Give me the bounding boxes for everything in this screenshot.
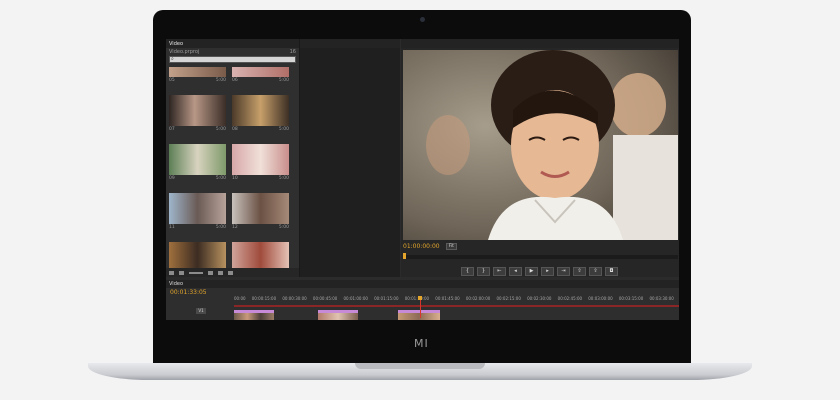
program-scrubber[interactable] [403,253,678,259]
timeline-clip[interactable] [318,310,358,320]
ruler-tick: 00:01:30:00 [404,296,430,301]
timeline-playhead[interactable] [418,296,422,320]
project-tab[interactable]: Video [169,41,183,47]
track-label-v1[interactable]: V1 [196,308,206,314]
render-bar [234,305,679,307]
list-view-icon[interactable] [169,270,174,275]
project-panel-footer [166,268,299,277]
clip-thumbnail-image [169,144,226,175]
clip-duration: 5:00 [278,127,289,132]
ruler-tick: 00:01:00:00 [343,296,368,301]
clip-thumbnail-image [232,193,289,224]
lift-button[interactable]: ⇧ [573,267,586,276]
clip-number: 11 [169,225,175,230]
search-input[interactable]: ⌕ [169,56,296,63]
clip-thumbnail[interactable]: 10 5:00 [232,144,289,184]
step-back-button[interactable]: ◂ [509,267,522,276]
clip-thumbnail-image [232,67,289,77]
trash-icon[interactable] [228,270,233,275]
project-tabbar: Video [166,39,299,48]
timeline-tabbar: Video [166,280,679,288]
extract-button[interactable]: ⇪ [589,267,602,276]
laptop-notch [355,363,485,369]
ruler-tick: 00:01:15:00 [374,296,399,301]
clip-thumbnail[interactable]: 12 5:00 [232,193,289,233]
clip-thumbnail-image [232,95,289,126]
timeline-timecode[interactable]: 00:01:33:05 [170,289,207,296]
program-tabbar [401,39,679,48]
step-forward-button[interactable]: ▸ [541,267,554,276]
timeline-panel: Video 00:01:33:05 00:00 00:00:15:00 00:0… [166,280,679,320]
ruler-tick: 00:02:45:00 [557,296,583,301]
play-button[interactable]: ▶ [525,267,538,276]
ruler-tick: 00:02:15:00 [496,296,521,301]
program-timecode[interactable]: 01:00:00:00 [403,243,440,250]
clip-duration: 5:00 [278,225,289,230]
clip-number: 06 [232,78,238,83]
ruler-tick: 00:02:30:00 [527,296,552,301]
mark-in-button[interactable]: { [461,267,474,276]
ruler-tick: 00:00:15:00 [251,296,277,301]
zoom-slider-icon[interactable] [189,271,203,274]
mark-out-button[interactable]: } [477,267,490,276]
ruler-tick: 00:00 [234,296,246,301]
timeline-ruler[interactable]: 00:00 00:00:15:00 00:00:30:00 00:00:45:0… [234,296,674,304]
clip-thumbnail[interactable]: 11 5:00 [169,193,226,233]
ruler-tick: 00:03:30:00 [649,296,674,301]
clip-number: 12 [232,225,238,230]
ruler-tick: 00:01:45:00 [435,296,460,301]
go-to-in-button[interactable]: ⇤ [493,267,506,276]
clip-duration: 5:00 [215,78,226,83]
project-item-count: 16 [289,49,296,55]
program-video-frame [403,50,678,240]
brand-logo: MI [414,337,429,350]
project-panel: Video Video.prproj 16 ⌕ 05 5:00 06 5:00 07… [166,39,300,277]
ruler-tick: 00:00:45:00 [312,296,338,301]
new-bin-icon[interactable] [208,270,213,275]
timeline-clip[interactable] [234,310,274,320]
clip-thumbnail-image [169,95,226,126]
project-file-name: Video.prproj [169,49,200,55]
editor-screen: Video Video.prproj 16 ⌕ 05 5:00 06 5:00 07… [166,39,679,320]
clip-thumbnail-image [169,193,226,224]
camera-icon [420,17,425,22]
ruler-tick: 00:00:30:00 [282,296,307,301]
program-monitor-panel: 01:00:00:00 Fit { } ⇤ ◂ ▶ ▸ ⇥ ⇧ ⇪ ◘ [401,39,679,277]
clip-duration: 5:00 [215,225,226,230]
clip-duration: 5:00 [215,176,226,181]
clip-duration: 5:00 [278,176,289,181]
ruler-tick: 00:03:15:00 [618,296,644,301]
clip-thumbnail-image [232,144,289,175]
search-icon: ⌕ [171,56,174,62]
clip-number: 08 [232,127,238,132]
clip-number: 05 [169,78,175,83]
transport-controls: { } ⇤ ◂ ▶ ▸ ⇥ ⇧ ⇪ ◘ [461,267,618,276]
go-to-out-button[interactable]: ⇥ [557,267,570,276]
icon-view-icon[interactable] [179,270,184,275]
ruler-tick: 00:02:00:00 [465,296,491,301]
clip-thumbnail[interactable]: 08 5:00 [232,95,289,135]
scrubber-playhead[interactable] [403,253,406,259]
clip-duration: 5:00 [278,78,289,83]
clip-thumbnail-image [169,242,226,268]
new-item-icon[interactable] [218,270,223,275]
clip-thumbnail[interactable]: 09 5:00 [169,144,226,184]
zoom-fit-select[interactable]: Fit [445,243,457,250]
program-timecode-row: 01:00:00:00 Fit [403,242,678,251]
source-tabbar [300,39,400,48]
project-file-row: Video.prproj 16 [166,48,299,56]
source-monitor-panel [300,39,400,277]
export-frame-button[interactable]: ◘ [605,267,618,276]
timeline-tab[interactable]: Video [169,281,183,287]
clip-number: 07 [169,127,175,132]
clip-number: 10 [232,176,238,181]
program-frame-image [403,50,678,240]
clip-thumbnail-image [232,242,289,268]
clip-thumbnail-image [169,67,226,77]
clip-duration: 5:00 [215,127,226,132]
clip-thumbnail[interactable]: 07 5:00 [169,95,226,135]
clip-number: 09 [169,176,175,181]
ruler-tick: 00:03:00:00 [588,296,613,301]
